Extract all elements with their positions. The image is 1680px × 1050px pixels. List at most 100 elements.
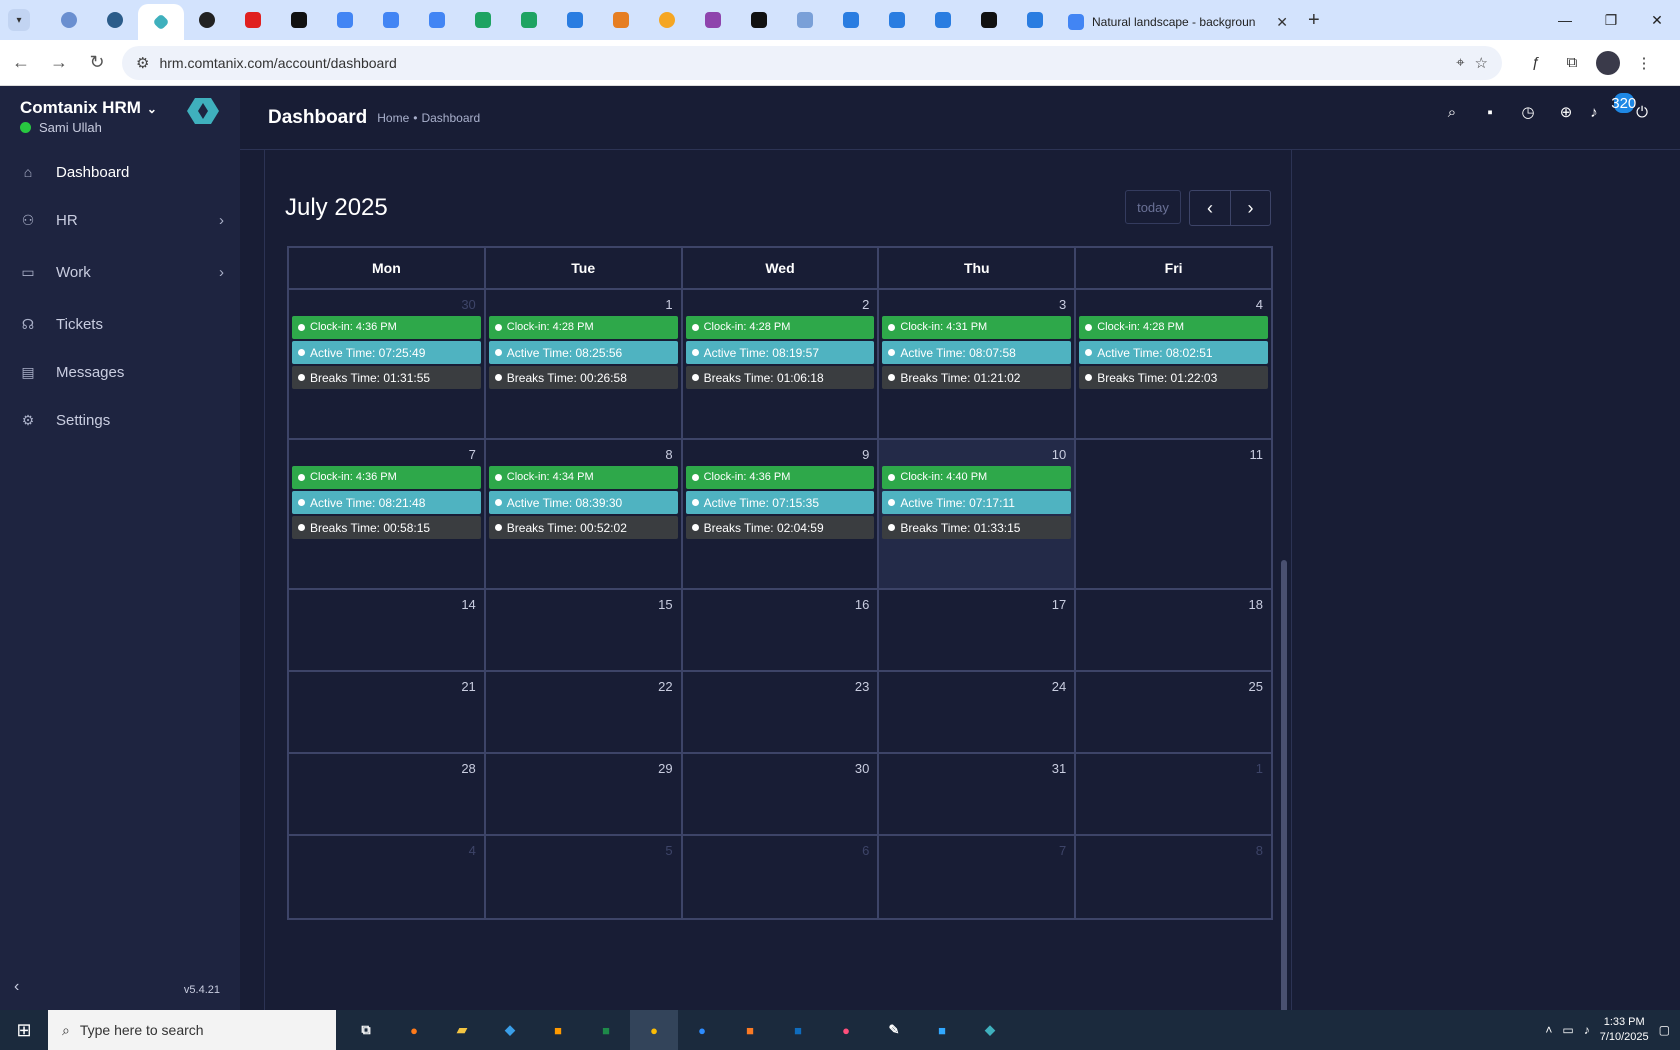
tab-natural-landscape[interactable]: Natural landscape - backgroun ✕: [1058, 4, 1298, 40]
breaks-time-event[interactable]: Breaks Time: 00:58:15: [292, 516, 481, 539]
today-button[interactable]: today: [1125, 190, 1181, 224]
tab-favicon[interactable]: [874, 4, 920, 36]
tab-favicon[interactable]: [184, 4, 230, 36]
calendar-day[interactable]: 24: [877, 672, 1074, 752]
sidebar-item-hr[interactable]: ⚇ HR ›: [0, 196, 240, 244]
back-button[interactable]: ←: [4, 46, 38, 80]
volume-icon[interactable]: ♪: [1584, 1023, 1590, 1037]
calendar-day[interactable]: 9 Clock-in: 4:36 PM Active Time: 07:15:35 B…: [680, 440, 878, 588]
clock-icon[interactable]: ◷: [1518, 102, 1538, 122]
calendar-day[interactable]: 2 Clock-in: 4:28 PM Active Time: 08:19:57 B…: [680, 290, 878, 438]
outlook-icon[interactable]: ■: [774, 1010, 822, 1050]
clock-in-event[interactable]: Clock-in: 4:31 PM: [882, 316, 1072, 339]
tab-favicon[interactable]: [966, 4, 1012, 36]
day-number[interactable]: 11: [1079, 444, 1268, 466]
excel-icon[interactable]: ■: [582, 1010, 630, 1050]
day-number[interactable]: 8: [489, 444, 678, 466]
active-time-event[interactable]: Active Time: 07:15:35: [685, 491, 875, 514]
breaks-time-event[interactable]: Breaks Time: 02:04:59: [685, 516, 875, 539]
tray-chevron-icon[interactable]: ˄: [1545, 1023, 1552, 1037]
day-number[interactable]: 25: [1079, 676, 1268, 698]
browser-menu-icon[interactable]: ⋮: [1632, 51, 1656, 75]
day-number[interactable]: 7: [882, 840, 1071, 862]
sidebar-item-dashboard[interactable]: ⌂ Dashboard: [0, 148, 240, 196]
tab-favicon[interactable]: [46, 4, 92, 36]
active-time-event[interactable]: Active Time: 08:19:57: [685, 341, 875, 364]
day-number[interactable]: 3: [882, 294, 1071, 316]
new-tab-button[interactable]: +: [1308, 9, 1320, 32]
day-number[interactable]: 1: [1079, 758, 1268, 780]
tab-favicon[interactable]: [322, 4, 368, 36]
calendar-day[interactable]: 4 Clock-in: 4:28 PM Active Time: 08:02:51 B…: [1074, 290, 1271, 438]
minimize-button[interactable]: —: [1542, 0, 1588, 40]
day-number[interactable]: 21: [292, 676, 481, 698]
extension-icon[interactable]: ƒ: [1524, 51, 1548, 75]
tab-favicon-active[interactable]: [138, 4, 184, 40]
breadcrumb-home[interactable]: Home: [377, 111, 409, 125]
tab-favicon[interactable]: [828, 4, 874, 36]
calendar-day[interactable]: 29: [483, 754, 681, 834]
tab-favicon[interactable]: [368, 4, 414, 36]
url-text[interactable]: hrm.comtanix.com/account/dashboard: [159, 55, 1446, 71]
breaks-time-event[interactable]: Breaks Time: 01:06:18: [685, 366, 875, 389]
day-number[interactable]: 8: [1079, 840, 1268, 862]
firefox-icon[interactable]: ●: [390, 1010, 438, 1050]
day-number[interactable]: 14: [292, 594, 481, 616]
calendar-day[interactable]: 8 Clock-in: 4:34 PM Active Time: 08:39:30 B…: [483, 440, 681, 588]
calendar-day[interactable]: 1 Clock-in: 4:28 PM Active Time: 08:25:56 B…: [483, 290, 681, 438]
tab-favicon[interactable]: [782, 4, 828, 36]
calendar-day[interactable]: 15: [483, 590, 681, 670]
photoshop-icon[interactable]: ■: [918, 1010, 966, 1050]
day-number[interactable]: 5: [489, 840, 678, 862]
calendar-day[interactable]: 11: [1074, 440, 1271, 588]
windows-start-icon[interactable]: ⊞: [0, 1010, 48, 1050]
active-time-event[interactable]: Active Time: 08:02:51: [1079, 341, 1268, 364]
close-tab-icon[interactable]: ✕: [1276, 14, 1288, 31]
sidebar-item-settings[interactable]: ⚙ Settings: [0, 396, 240, 444]
profile-avatar[interactable]: [1596, 50, 1620, 75]
calendar-day[interactable]: 30: [680, 754, 878, 834]
tab-favicon[interactable]: [414, 4, 460, 36]
day-number[interactable]: 16: [686, 594, 875, 616]
tab-favicon[interactable]: [920, 4, 966, 36]
calendar-day[interactable]: 23: [680, 672, 878, 752]
day-number[interactable]: 4: [1079, 294, 1268, 316]
day-number[interactable]: 18: [1079, 594, 1268, 616]
day-number[interactable]: 4: [292, 840, 481, 862]
tab-favicon[interactable]: [552, 4, 598, 36]
day-number[interactable]: 17: [882, 594, 1071, 616]
calendar-day[interactable]: 21: [289, 672, 484, 752]
clock-in-event[interactable]: Clock-in: 4:36 PM: [685, 466, 875, 489]
breaks-time-event[interactable]: Breaks Time: 00:52:02: [488, 516, 678, 539]
site-info-icon[interactable]: ⚙: [136, 54, 149, 72]
power-icon[interactable]: ⏻: [1632, 102, 1652, 122]
location-icon[interactable]: ⌖: [1456, 54, 1464, 71]
xampp-icon[interactable]: ■: [726, 1010, 774, 1050]
calendar-day[interactable]: 4: [289, 836, 484, 918]
day-number[interactable]: 7: [292, 444, 481, 466]
creative-cloud-icon[interactable]: ●: [822, 1010, 870, 1050]
active-time-event[interactable]: Active Time: 08:21:48: [292, 491, 481, 514]
day-number[interactable]: 6: [686, 840, 875, 862]
tab-favicon[interactable]: [230, 4, 276, 36]
active-time-event[interactable]: Active Time: 08:25:56: [488, 341, 678, 364]
clock-in-event[interactable]: Clock-in: 4:36 PM: [292, 466, 481, 489]
clock-in-event[interactable]: Clock-in: 4:28 PM: [685, 316, 875, 339]
network-icon[interactable]: ▭: [1562, 1023, 1573, 1037]
notification-center-icon[interactable]: ▢: [1659, 1023, 1670, 1037]
bookmark-star-icon[interactable]: ☆: [1475, 54, 1488, 72]
day-number[interactable]: 24: [882, 676, 1071, 698]
calendar-day[interactable]: 22: [483, 672, 681, 752]
bell-icon[interactable]: ♪ 320: [1590, 93, 1636, 122]
vscode-icon[interactable]: ◆: [486, 1010, 534, 1050]
calendar-day[interactable]: 18: [1074, 590, 1271, 670]
tab-favicon[interactable]: [598, 4, 644, 36]
tab-favicon[interactable]: [92, 4, 138, 36]
clock-in-event[interactable]: Clock-in: 4:36 PM: [292, 316, 481, 339]
day-number[interactable]: 30: [686, 758, 875, 780]
calendar-day-today[interactable]: 10 Clock-in: 4:40 PM Active Time: 07:17:11…: [877, 440, 1075, 588]
taskbar-search[interactable]: ⌕ Type here to search: [48, 1010, 336, 1050]
tab-favicon[interactable]: [1012, 4, 1058, 36]
zoom-icon[interactable]: ●: [678, 1010, 726, 1050]
active-time-event[interactable]: Active Time: 08:39:30: [488, 491, 678, 514]
